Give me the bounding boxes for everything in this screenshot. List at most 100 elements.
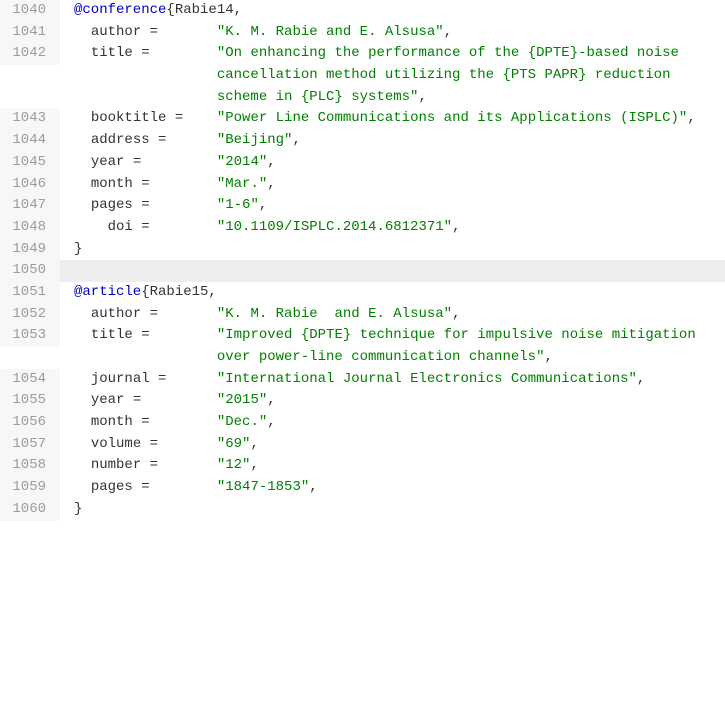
code-token: "Improved {DPTE} technique for impulsive… <box>217 327 704 365</box>
code-line[interactable]: 1051@article{Rabie15, <box>0 282 725 304</box>
code-token: pages = <box>74 479 217 495</box>
code-line[interactable]: 1040@conference{Rabie14, <box>0 0 725 22</box>
code-line[interactable]: 1058 number = "12", <box>0 455 725 477</box>
code-token: author = <box>74 24 217 40</box>
line-number: 1042 <box>0 43 60 65</box>
code-content[interactable]: year = "2015", <box>60 390 725 412</box>
line-number: 1053 <box>0 325 60 347</box>
line-number: 1044 <box>0 130 60 152</box>
code-token: year = <box>74 392 217 408</box>
code-token: volume = <box>74 436 217 452</box>
code-content[interactable]: number = "12", <box>60 455 725 477</box>
code-line[interactable]: 1048 doi = "10.1109/ISPLC.2014.6812371", <box>0 217 725 239</box>
line-number: 1055 <box>0 390 60 412</box>
code-content[interactable]: doi = "10.1109/ISPLC.2014.6812371", <box>60 217 725 239</box>
code-token: "2015" <box>217 392 267 408</box>
code-content[interactable]: title = "Improved {DPTE} technique for i… <box>60 325 725 368</box>
code-token: booktitle = <box>74 110 217 126</box>
line-number: 1051 <box>0 282 60 304</box>
code-token: title = <box>74 45 217 61</box>
code-token: address = <box>74 132 217 148</box>
code-content[interactable]: @conference{Rabie14, <box>60 0 725 22</box>
code-token: "K. M. Rabie and E. Alsusa" <box>217 24 444 40</box>
code-token: "2014" <box>217 154 267 170</box>
code-token: , <box>259 197 267 213</box>
code-line[interactable]: 1057 volume = "69", <box>0 434 725 456</box>
line-number: 1043 <box>0 108 60 130</box>
line-number: 1056 <box>0 412 60 434</box>
line-number: 1054 <box>0 369 60 391</box>
code-token: , <box>267 154 275 170</box>
code-line[interactable]: 1056 month = "Dec.", <box>0 412 725 434</box>
line-number: 1059 <box>0 477 60 499</box>
code-line[interactable]: 1042 title = "On enhancing the performan… <box>0 43 725 108</box>
code-line[interactable]: 1060} <box>0 499 725 521</box>
code-token: , <box>444 24 452 40</box>
code-content[interactable]: address = "Beijing", <box>60 130 725 152</box>
code-token: "1847-1853" <box>217 479 309 495</box>
code-token: "1-6" <box>217 197 259 213</box>
code-editor[interactable]: 1040@conference{Rabie14,1041 author = "K… <box>0 0 725 521</box>
code-token: month = <box>74 414 217 430</box>
line-number: 1046 <box>0 174 60 196</box>
line-number: 1052 <box>0 304 60 326</box>
code-token: title = <box>74 327 217 343</box>
code-content[interactable]: volume = "69", <box>60 434 725 456</box>
code-line[interactable]: 1049} <box>0 239 725 261</box>
code-token: , <box>267 392 275 408</box>
code-token: , <box>452 306 460 322</box>
code-line[interactable]: 1047 pages = "1-6", <box>0 195 725 217</box>
code-token: "On enhancing the performance of the {DP… <box>217 45 688 104</box>
code-content[interactable]: booktitle = "Power Line Communications a… <box>60 108 725 130</box>
code-token: "K. M. Rabie and E. Alsusa" <box>217 306 452 322</box>
code-content[interactable]: month = "Dec.", <box>60 412 725 434</box>
code-token: "International Journal Electronics Commu… <box>217 371 637 387</box>
code-line[interactable]: 1043 booktitle = "Power Line Communicati… <box>0 108 725 130</box>
code-token: journal = <box>74 371 217 387</box>
code-token: , <box>687 110 695 126</box>
line-number: 1048 <box>0 217 60 239</box>
code-token: , <box>418 89 426 105</box>
code-content[interactable]: author = "K. M. Rabie and E. Alsusa", <box>60 304 725 326</box>
code-line[interactable]: 1041 author = "K. M. Rabie and E. Alsusa… <box>0 22 725 44</box>
code-line[interactable]: 1046 month = "Mar.", <box>0 174 725 196</box>
code-content[interactable]: } <box>60 499 725 521</box>
code-line[interactable]: 1054 journal = "International Journal El… <box>0 369 725 391</box>
code-line[interactable]: 1055 year = "2015", <box>0 390 725 412</box>
code-token: , <box>267 176 275 192</box>
code-token: "Dec." <box>217 414 267 430</box>
code-content[interactable]: year = "2014", <box>60 152 725 174</box>
code-content[interactable]: journal = "International Journal Electro… <box>60 369 725 391</box>
code-content[interactable]: author = "K. M. Rabie and E. Alsusa", <box>60 22 725 44</box>
line-number: 1047 <box>0 195 60 217</box>
code-token: , <box>250 457 258 473</box>
line-number: 1041 <box>0 22 60 44</box>
line-number: 1045 <box>0 152 60 174</box>
code-content[interactable]: pages = "1847-1853", <box>60 477 725 499</box>
code-token: } <box>74 241 82 257</box>
code-content[interactable]: pages = "1-6", <box>60 195 725 217</box>
code-line[interactable]: 1052 author = "K. M. Rabie and E. Alsusa… <box>0 304 725 326</box>
code-token: pages = <box>74 197 217 213</box>
code-token: , <box>637 371 645 387</box>
code-content[interactable]: @article{Rabie15, <box>60 282 725 304</box>
code-token: author = <box>74 306 217 322</box>
code-token: } <box>74 501 82 517</box>
code-line[interactable]: 1059 pages = "1847-1853", <box>0 477 725 499</box>
code-token: , <box>250 436 258 452</box>
code-content[interactable]: title = "On enhancing the performance of… <box>60 43 725 108</box>
code-token: , <box>452 219 460 235</box>
code-content[interactable]: } <box>60 239 725 261</box>
code-token: {Rabie15, <box>141 284 217 300</box>
line-number: 1040 <box>0 0 60 22</box>
code-line[interactable]: 1053 title = "Improved {DPTE} technique … <box>0 325 725 368</box>
code-line[interactable]: 1050 <box>0 260 725 282</box>
code-token: @conference <box>74 2 166 18</box>
code-token: "12" <box>217 457 251 473</box>
code-token: , <box>309 479 317 495</box>
code-content[interactable]: month = "Mar.", <box>60 174 725 196</box>
code-token: "Power Line Communications and its Appli… <box>217 110 687 126</box>
code-line[interactable]: 1045 year = "2014", <box>0 152 725 174</box>
code-line[interactable]: 1044 address = "Beijing", <box>0 130 725 152</box>
line-number: 1058 <box>0 455 60 477</box>
